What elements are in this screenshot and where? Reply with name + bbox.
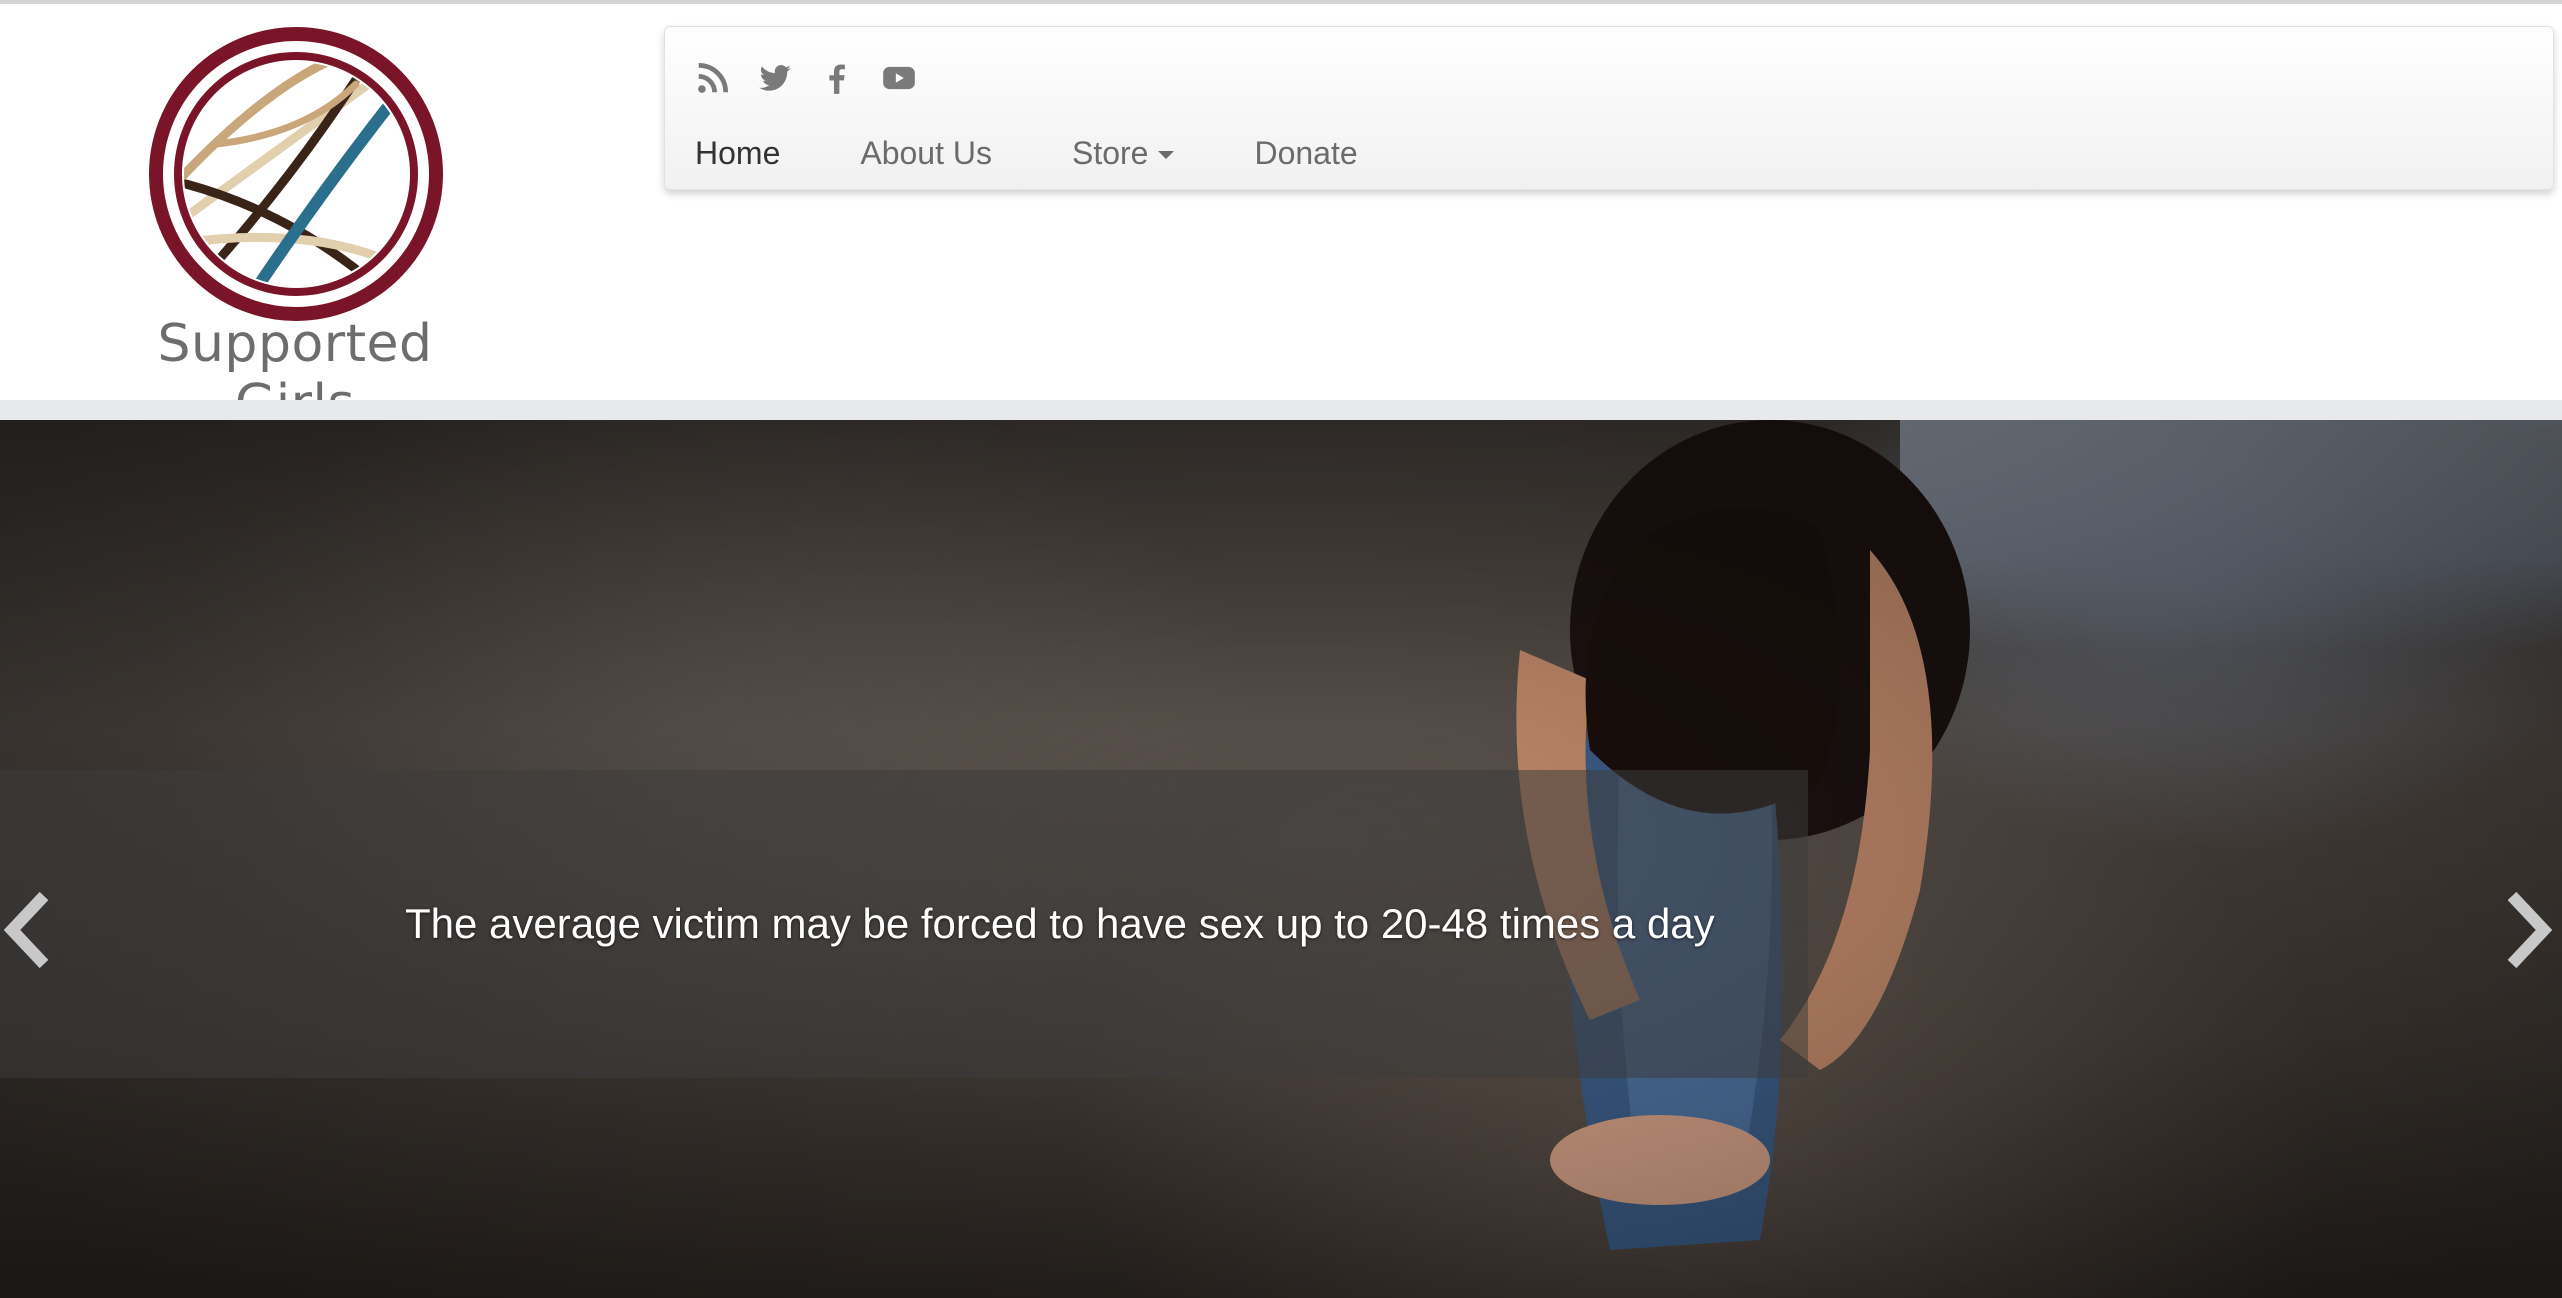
facebook-icon — [829, 64, 845, 94]
nav-item-donate[interactable]: Donate — [1254, 135, 1357, 172]
chevron-right-icon — [2507, 891, 2553, 969]
youtube-icon — [883, 66, 915, 90]
carousel-caption: The average victim may be forced to have… — [405, 900, 1715, 947]
rss-link[interactable] — [693, 58, 733, 98]
nav-item-label: Store — [1071, 135, 1149, 171]
twitter-icon — [759, 64, 791, 91]
carousel-next-button[interactable] — [2496, 880, 2556, 980]
carousel-prev-button[interactable] — [0, 880, 60, 980]
facebook-link[interactable] — [817, 58, 857, 98]
nav-item-home[interactable]: Home — [695, 135, 780, 172]
rss-icon — [698, 62, 729, 93]
chevron-left-icon — [3, 891, 49, 969]
navbar: Home About Us Store Donate — [664, 26, 2554, 190]
site-logo[interactable]: Supported Girls — [110, 24, 480, 434]
twitter-link[interactable] — [755, 58, 795, 98]
youtube-link[interactable] — [879, 58, 919, 98]
site-header: Supported Girls — [0, 4, 2562, 434]
nav-item-label: Home — [695, 135, 781, 171]
ribbon-circle-logo-icon — [149, 27, 443, 321]
nav-item-store[interactable]: Store — [1071, 135, 1175, 172]
social-links — [693, 53, 919, 103]
nav-item-about-us[interactable]: About Us — [860, 135, 992, 172]
caret-down-icon — [1158, 151, 1175, 159]
hero-carousel: The average victim may be forced to have… — [0, 420, 2562, 1298]
nav-item-label: About Us — [860, 135, 992, 171]
main-nav: Home About Us Store Donate — [695, 135, 1438, 172]
nav-item-label: Donate — [1254, 135, 1358, 171]
header-divider — [0, 400, 2562, 420]
